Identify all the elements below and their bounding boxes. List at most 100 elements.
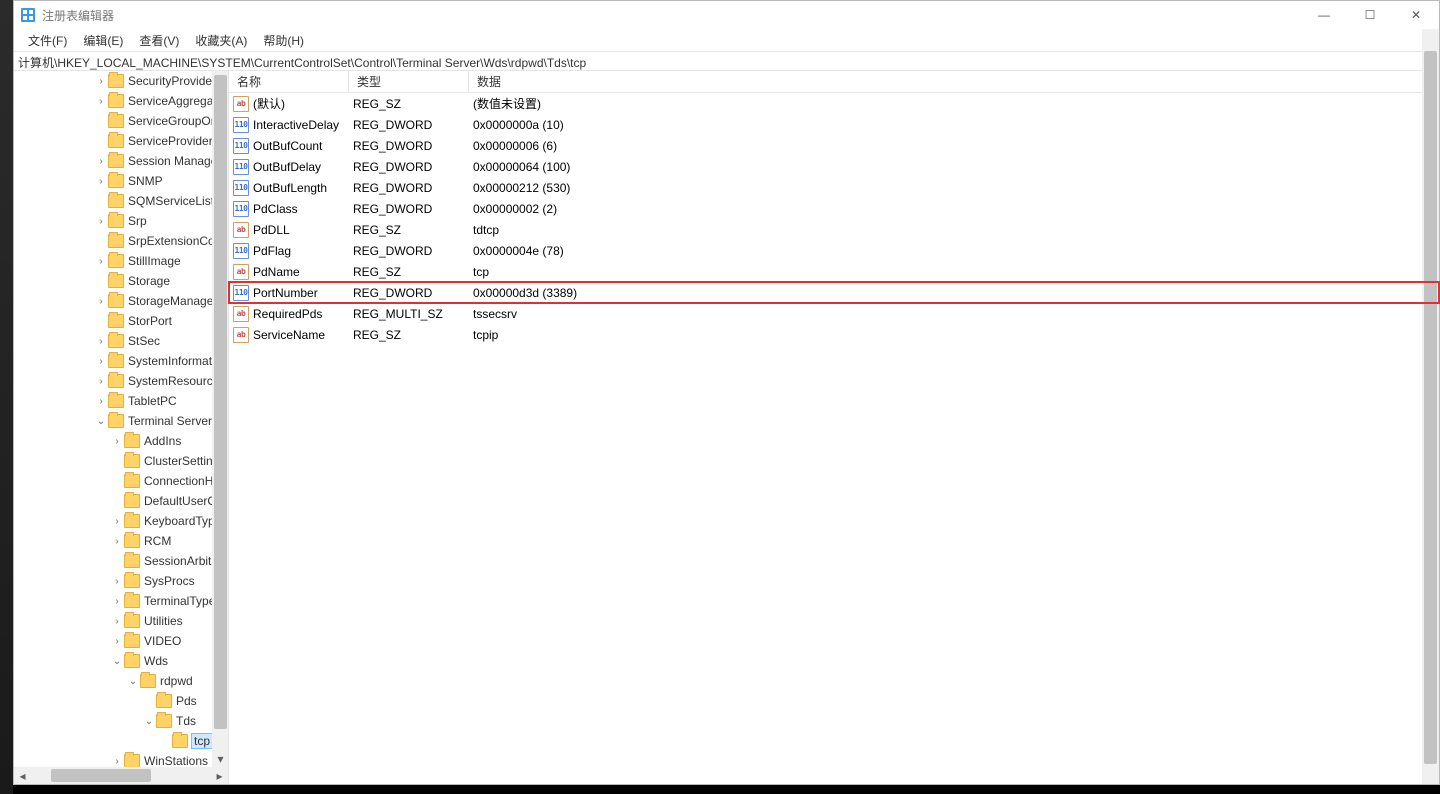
tree-node[interactable]: ›Utilities xyxy=(14,611,228,631)
expand-icon-closed[interactable]: › xyxy=(110,756,124,767)
value-row[interactable]: 110OutBufCountREG_DWORD0x00000006 (6) xyxy=(229,135,1439,156)
expand-icon-closed[interactable]: › xyxy=(94,356,108,367)
expand-icon-closed[interactable]: › xyxy=(94,76,108,87)
scroll-right-icon[interactable]: ▸ xyxy=(211,767,228,784)
tree-node[interactable]: ·Pds xyxy=(14,691,228,711)
tree-node[interactable]: ·SrpExtensionCon xyxy=(14,231,228,251)
expand-icon-open[interactable]: ⌄ xyxy=(126,676,140,687)
value-row[interactable]: ab(默认)REG_SZ(数值未设置) xyxy=(229,93,1439,114)
minimize-button[interactable]: — xyxy=(1301,1,1347,29)
scroll-thumb[interactable] xyxy=(214,75,227,729)
expand-icon-closed[interactable]: › xyxy=(94,156,108,167)
value-name: OutBufDelay xyxy=(253,160,321,174)
value-row[interactable]: abPdNameREG_SZtcp xyxy=(229,261,1439,282)
close-button[interactable]: ✕ xyxy=(1393,1,1439,29)
maximize-button[interactable]: ☐ xyxy=(1347,1,1393,29)
scroll-thumb[interactable] xyxy=(51,769,151,782)
expand-icon-closed[interactable]: › xyxy=(94,216,108,227)
menu-view[interactable]: 查看(V) xyxy=(133,30,185,51)
column-header-data[interactable]: 数据 xyxy=(469,71,1439,92)
expand-icon-closed[interactable]: › xyxy=(110,596,124,607)
tree-node[interactable]: ·ConnectionHa xyxy=(14,471,228,491)
window-vertical-scrollbar[interactable] xyxy=(1422,29,1439,784)
value-row[interactable]: 110InteractiveDelayREG_DWORD0x0000000a (… xyxy=(229,114,1439,135)
expand-icon-closed[interactable]: › xyxy=(110,536,124,547)
expand-icon-closed[interactable]: › xyxy=(94,336,108,347)
tree-node[interactable]: ·DefaultUserCo xyxy=(14,491,228,511)
tree-node[interactable]: ·SQMServiceList xyxy=(14,191,228,211)
address-bar[interactable]: 计算机\HKEY_LOCAL_MACHINE\SYSTEM\CurrentCon… xyxy=(14,51,1439,71)
binary-value-icon: 110 xyxy=(233,117,249,133)
value-row[interactable]: 110OutBufDelayREG_DWORD0x00000064 (100) xyxy=(229,156,1439,177)
tree-node[interactable]: ·tcp xyxy=(14,731,228,751)
expand-icon-closed[interactable]: › xyxy=(94,256,108,267)
tree-node[interactable]: ›StSec xyxy=(14,331,228,351)
tree-node[interactable]: ›KeyboardType xyxy=(14,511,228,531)
expand-icon-closed[interactable]: › xyxy=(110,576,124,587)
expand-icon-closed[interactable]: › xyxy=(110,436,124,447)
tree-node[interactable]: ›SystemResource xyxy=(14,371,228,391)
tree-vertical-scrollbar[interactable]: ▴ ▾ xyxy=(212,71,229,767)
scroll-down-icon[interactable]: ▾ xyxy=(212,750,229,767)
value-row[interactable]: 110PdClassREG_DWORD0x00000002 (2) xyxy=(229,198,1439,219)
tree-node[interactable]: ·ClusterSettings xyxy=(14,451,228,471)
tree-node[interactable]: ›VIDEO xyxy=(14,631,228,651)
expand-icon-closed[interactable]: › xyxy=(94,376,108,387)
value-row[interactable]: abRequiredPdsREG_MULTI_SZtssecsrv xyxy=(229,303,1439,324)
tree-node[interactable]: ·ServiceProvider xyxy=(14,131,228,151)
value-row[interactable]: abPdDLLREG_SZtdtcp xyxy=(229,219,1439,240)
menu-edit[interactable]: 编辑(E) xyxy=(77,30,129,51)
expand-icon-open[interactable]: ⌄ xyxy=(94,416,108,427)
tree-node[interactable]: ·Storage xyxy=(14,271,228,291)
tree-node[interactable]: ›SystemInformati xyxy=(14,351,228,371)
expand-icon-closed[interactable]: › xyxy=(94,176,108,187)
tree-node[interactable]: ›AddIns xyxy=(14,431,228,451)
string-value-icon: ab xyxy=(233,96,249,112)
tree-node[interactable]: ›TerminalTypes xyxy=(14,591,228,611)
tree-horizontal-scrollbar[interactable]: ◂ ▸ xyxy=(14,767,228,784)
column-header-type[interactable]: 类型 xyxy=(349,71,469,92)
scroll-left-icon[interactable]: ◂ xyxy=(14,767,31,784)
column-header-name[interactable]: 名称 xyxy=(229,71,349,92)
tree-node[interactable]: ›Session Manage xyxy=(14,151,228,171)
tree-node[interactable]: ›RCM xyxy=(14,531,228,551)
tree-node[interactable]: ›WinStations xyxy=(14,751,228,767)
expand-icon-closed[interactable]: › xyxy=(110,516,124,527)
values-list[interactable]: ab(默认)REG_SZ(数值未设置)110InteractiveDelayRE… xyxy=(229,93,1439,345)
expand-icon-closed[interactable]: › xyxy=(94,96,108,107)
tree-node[interactable]: ›SNMP xyxy=(14,171,228,191)
folder-icon xyxy=(108,174,124,188)
expand-icon-closed[interactable]: › xyxy=(94,396,108,407)
menu-help[interactable]: 帮助(H) xyxy=(257,30,310,51)
expand-icon-closed[interactable]: › xyxy=(110,616,124,627)
registry-tree[interactable]: ›SecurityProviders›ServiceAggregat·Servi… xyxy=(14,71,228,767)
value-row[interactable]: 110OutBufLengthREG_DWORD0x00000212 (530) xyxy=(229,177,1439,198)
tree-node[interactable]: ›SecurityProviders xyxy=(14,71,228,91)
tree-node[interactable]: ›StillImage xyxy=(14,251,228,271)
tree-node[interactable]: ›ServiceAggregat xyxy=(14,91,228,111)
value-row[interactable]: 110PdFlagREG_DWORD0x0000004e (78) xyxy=(229,240,1439,261)
expand-icon-closed[interactable]: › xyxy=(94,296,108,307)
expand-icon-open[interactable]: ⌄ xyxy=(142,716,156,727)
tree-node[interactable]: ·SessionArbitra xyxy=(14,551,228,571)
tree-node[interactable]: ·StorPort xyxy=(14,311,228,331)
tree-node[interactable]: ›StorageManager xyxy=(14,291,228,311)
value-row[interactable]: 110PortNumberREG_DWORD0x00000d3d (3389) xyxy=(229,282,1439,303)
value-row[interactable]: abServiceNameREG_SZtcpip xyxy=(229,324,1439,345)
list-headers[interactable]: 名称 类型 数据 xyxy=(229,71,1439,93)
menu-file[interactable]: 文件(F) xyxy=(22,30,73,51)
tree-node[interactable]: ·ServiceGroupOrd xyxy=(14,111,228,131)
title-bar[interactable]: 注册表编辑器 — ☐ ✕ xyxy=(14,1,1439,29)
tree-node[interactable]: ⌄Terminal Server xyxy=(14,411,228,431)
tree-node[interactable]: ›Srp xyxy=(14,211,228,231)
menu-favorites[interactable]: 收藏夹(A) xyxy=(189,30,253,51)
tree-node[interactable]: ›TabletPC xyxy=(14,391,228,411)
tree-node[interactable]: ⌄rdpwd xyxy=(14,671,228,691)
expand-icon-closed[interactable]: › xyxy=(110,636,124,647)
expand-icon-open[interactable]: ⌄ xyxy=(110,656,124,667)
scroll-thumb[interactable] xyxy=(1424,51,1437,764)
tree-node-label: SessionArbitra xyxy=(144,554,222,568)
tree-node[interactable]: ›SysProcs xyxy=(14,571,228,591)
tree-node[interactable]: ⌄Tds xyxy=(14,711,228,731)
tree-node[interactable]: ⌄Wds xyxy=(14,651,228,671)
